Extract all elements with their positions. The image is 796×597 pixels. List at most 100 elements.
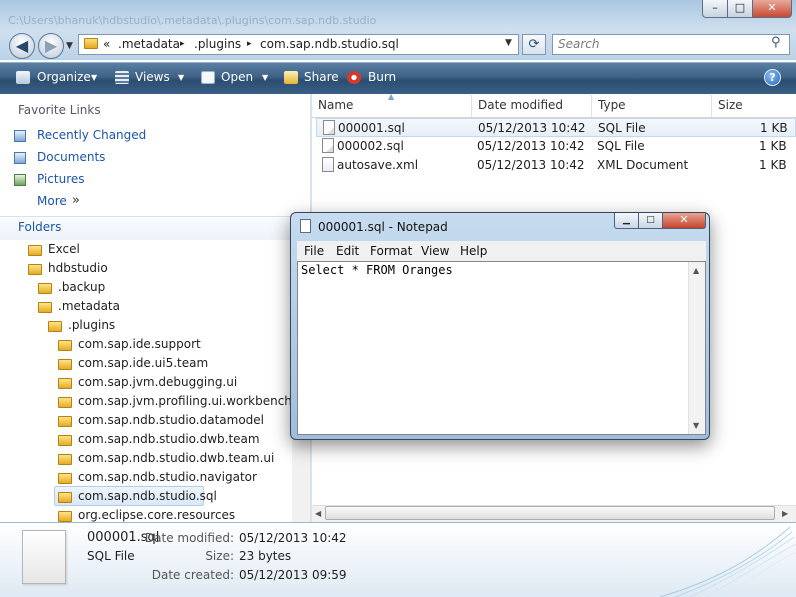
column-divider[interactable] xyxy=(471,95,472,117)
details-value-modified: 05/12/2013 10:42 xyxy=(239,531,347,545)
breadcrumb-separator[interactable]: ▸ xyxy=(247,39,252,49)
tree-item-selected[interactable]: com.sap.ndb.studio.sql xyxy=(58,488,288,507)
folder-icon xyxy=(58,435,72,446)
tree-label: Excel xyxy=(48,242,80,256)
scrollbar-thumb[interactable] xyxy=(325,506,775,520)
tree-label: com.sap.ide.ui5.team xyxy=(78,356,209,370)
refresh-button[interactable]: ⟳ xyxy=(522,34,546,55)
column-divider[interactable] xyxy=(711,95,712,117)
favorite-pictures[interactable]: Pictures xyxy=(37,172,85,186)
tree-label: com.sap.ndb.studio.dwb.team.ui xyxy=(78,451,275,465)
scroll-left-icon[interactable]: ◀ xyxy=(315,509,321,518)
folder-icon xyxy=(58,473,72,484)
scroll-right-icon[interactable]: ▶ xyxy=(782,509,788,518)
notepad-scrollbar[interactable] xyxy=(688,262,705,434)
column-type[interactable]: Type xyxy=(598,98,626,112)
tree-item-folder[interactable]: com.sap.jvm.debugging.ui xyxy=(58,374,288,393)
menu-file[interactable]: File xyxy=(304,244,324,258)
tree-label: org.eclipse.core.resources xyxy=(78,508,236,522)
favorite-documents[interactable]: Documents xyxy=(37,150,105,164)
tree-item-folder[interactable]: com.sap.ndb.studio.dwb.team.ui xyxy=(58,450,288,469)
tree-item-hdbstudio[interactable]: hdbstudio xyxy=(28,260,288,279)
notepad-text-area[interactable] xyxy=(297,261,706,435)
pictures-icon xyxy=(14,174,26,186)
sort-ascending-icon: ▲ xyxy=(388,92,395,101)
menu-format[interactable]: Format xyxy=(370,244,412,258)
file-type: SQL File xyxy=(598,121,646,135)
chevron-down-icon: ▼ xyxy=(91,73,98,82)
folder-icon xyxy=(58,492,72,503)
tree-item-folder[interactable]: org.eclipse.core.resources xyxy=(58,507,288,522)
tree-item-folder[interactable]: com.sap.ide.support xyxy=(58,336,288,355)
close-button[interactable]: ✕ xyxy=(752,0,792,18)
file-date: 05/12/2013 10:42 xyxy=(477,139,585,153)
tree-item-excel[interactable]: Excel xyxy=(28,241,288,260)
column-date-modified[interactable]: Date modified xyxy=(478,98,563,112)
tree-item-backup[interactable]: .backup xyxy=(38,279,288,298)
notepad-minimize-button[interactable]: ▁ xyxy=(614,213,639,229)
favorite-more[interactable]: More xyxy=(37,194,67,208)
search-icon[interactable]: ⚲ xyxy=(771,35,781,50)
file-size: 1 KB xyxy=(760,121,788,135)
maximize-button[interactable]: □ xyxy=(727,0,753,18)
window-title: C:\Users\bhanuk\hdbstudio\.metadata\.plu… xyxy=(8,14,377,27)
tree-item-folder[interactable]: com.sap.jvm.profiling.ui.workbench xyxy=(58,393,292,412)
favorite-links-heading: Favorite Links xyxy=(18,103,101,117)
tree-item-folder[interactable]: com.sap.ndb.studio.datamodel xyxy=(58,412,288,431)
chevron-down-icon: ▼ xyxy=(66,41,73,51)
file-row[interactable]: 000001.sql 05/12/2013 10:42 SQL File 1 K… xyxy=(316,118,796,137)
favorite-recently-changed[interactable]: Recently Changed xyxy=(37,128,146,142)
menu-help[interactable]: Help xyxy=(460,244,487,258)
notepad-content[interactable]: Select * FROM Oranges xyxy=(301,263,453,277)
file-size: 1 KB xyxy=(759,139,787,153)
column-name[interactable]: Name xyxy=(318,98,353,112)
file-date: 05/12/2013 10:42 xyxy=(477,158,585,172)
folder-icon xyxy=(58,378,72,389)
scroll-down-icon[interactable]: ▼ xyxy=(693,421,699,430)
forward-button[interactable]: ▶ xyxy=(38,33,64,59)
breadcrumb-separator[interactable]: ▸ xyxy=(180,39,185,49)
recent-pages-button[interactable]: ▼ xyxy=(66,41,73,51)
minimize-button[interactable]: – xyxy=(702,0,728,18)
file-row[interactable]: 000002.sql 05/12/2013 10:42 SQL File 1 K… xyxy=(316,137,796,156)
breadcrumb-overflow[interactable]: « xyxy=(103,37,110,51)
breadcrumb-current[interactable]: com.sap.ndb.studio.sql xyxy=(260,37,399,51)
menu-view[interactable]: View xyxy=(421,244,449,258)
folder-icon xyxy=(48,321,62,332)
back-button[interactable]: ◀ xyxy=(9,33,35,59)
menu-edit[interactable]: Edit xyxy=(336,244,359,258)
chevron-down-icon: ▼ xyxy=(262,73,269,82)
notepad-close-button[interactable]: ✕ xyxy=(662,213,706,229)
column-divider[interactable] xyxy=(591,95,592,117)
share-button[interactable]: Share xyxy=(304,70,339,84)
address-dropdown-icon[interactable]: ▼ xyxy=(505,38,512,48)
file-row[interactable]: autosave.xml 05/12/2013 10:42 XML Docume… xyxy=(316,156,796,175)
folder-icon xyxy=(84,38,98,49)
search-placeholder: Search xyxy=(558,37,600,51)
help-icon[interactable]: ? xyxy=(764,69,781,86)
column-size[interactable]: Size xyxy=(718,98,743,112)
details-label-created: Date created: xyxy=(151,568,234,582)
notepad-maximize-button[interactable]: □ xyxy=(638,213,663,229)
notepad-title: 000001.sql - Notepad xyxy=(318,220,448,234)
file-name: autosave.xml xyxy=(337,158,419,172)
open-button[interactable]: Open xyxy=(221,70,253,84)
tree-item-folder[interactable]: com.sap.ndb.studio.navigator xyxy=(58,469,288,488)
tree-item-folder[interactable]: com.sap.ide.ui5.team xyxy=(58,355,288,374)
organize-button[interactable]: Organize xyxy=(37,70,91,84)
folder-icon xyxy=(58,340,72,351)
tree-item-folder[interactable]: com.sap.ndb.studio.dwb.team xyxy=(58,431,288,450)
folders-heading[interactable]: Folders xyxy=(18,220,61,234)
tree-label: .plugins xyxy=(68,318,116,332)
recently-changed-icon xyxy=(14,130,26,142)
refresh-icon: ⟳ xyxy=(528,37,540,52)
views-button[interactable]: Views xyxy=(135,70,170,84)
breadcrumb-plugins[interactable]: .plugins xyxy=(194,37,241,51)
tree-item-plugins[interactable]: .plugins xyxy=(48,317,288,336)
tree-item-metadata[interactable]: .metadata xyxy=(38,298,288,317)
documents-icon xyxy=(14,152,26,164)
breadcrumb-metadata[interactable]: .metadata xyxy=(118,37,180,51)
scroll-up-icon[interactable]: ▲ xyxy=(693,266,699,275)
burn-button[interactable]: Burn xyxy=(368,70,396,84)
more-chevron-icon[interactable]: » xyxy=(72,193,80,208)
